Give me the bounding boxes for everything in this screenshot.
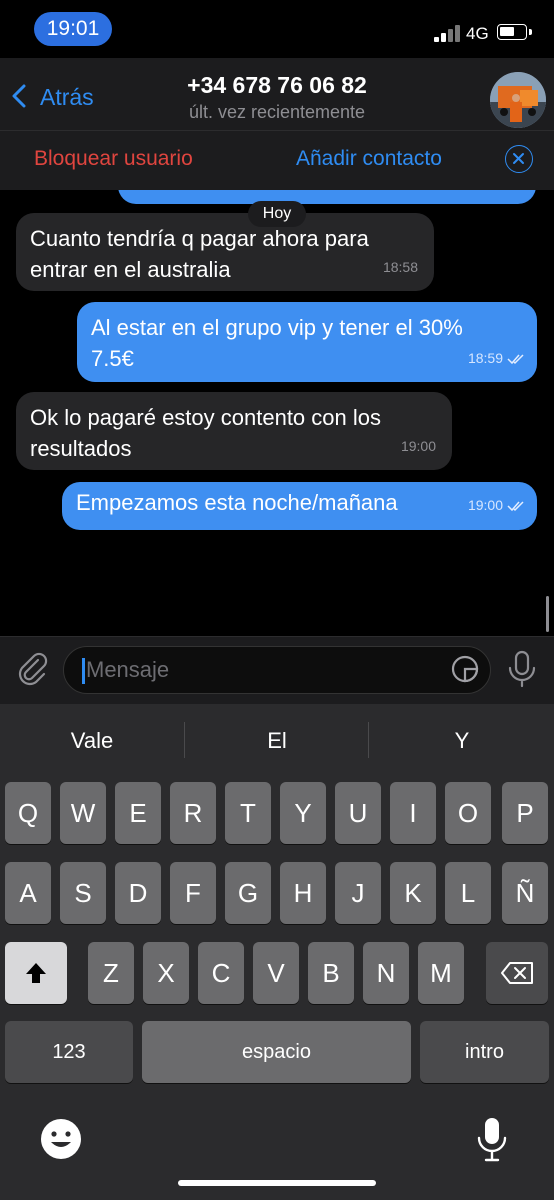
key-n[interactable]: N [363,942,409,1004]
key-e[interactable]: E [115,782,161,844]
previous-outgoing-bubble [118,190,536,204]
numbers-key[interactable]: 123 [5,1021,133,1083]
scrollbar[interactable] [546,596,549,632]
key-enye[interactable]: Ñ [502,862,548,924]
key-a[interactable]: A [5,862,51,924]
key-k[interactable]: K [390,862,436,924]
backspace-key[interactable] [486,942,548,1004]
network-label: 4G [466,24,489,43]
status-time: 19:01 [34,12,112,46]
signal-icon [434,24,462,42]
message-text-line: Empezamos esta noche/mañana [76,490,398,515]
suggestion-item[interactable]: El [197,728,357,754]
message-bubble-outgoing[interactable]: Empezamos esta noche/mañana 19:00 [62,482,537,530]
message-time: 19:00 [400,438,436,454]
message-text-line: Al estar en el grupo vip y tener el 30% [91,315,463,340]
key-l[interactable]: L [445,862,491,924]
close-icon[interactable] [505,145,533,173]
message-bubble-incoming[interactable]: Ok lo pagaré estoy contento con los resu… [16,392,452,470]
key-q[interactable]: Q [5,782,51,844]
suggestion-item[interactable]: Y [382,728,542,754]
message-input-placeholder: Mensaje [86,657,170,682]
text-caret [82,658,85,684]
message-text-line: Ok lo pagaré estoy contento con los [30,405,381,430]
avatar[interactable] [490,72,546,128]
message-text-line: entrar en el australia [30,257,231,282]
battery-icon [497,24,527,40]
message-text-line: 7.5€ [91,346,134,371]
suggestion-divider [184,722,185,758]
key-j[interactable]: J [335,862,381,924]
space-key[interactable]: espacio [142,1021,411,1083]
message-list[interactable]: Cuanto tendría q pagar ahora para entrar… [0,190,554,636]
message-text-line: Cuanto tendría q pagar ahora para [30,226,369,251]
key-d[interactable]: D [115,862,161,924]
add-contact-button[interactable]: Añadir contacto [296,147,442,171]
suggestion-divider [368,722,369,758]
key-p[interactable]: P [502,782,548,844]
key-f[interactable]: F [170,862,216,924]
key-i[interactable]: I [390,782,436,844]
return-key[interactable]: intro [420,1021,549,1083]
message-time: 18:58 [382,259,418,275]
key-s[interactable]: S [60,862,106,924]
key-o[interactable]: O [445,782,491,844]
message-text-line: resultados [30,436,132,461]
key-y[interactable]: Y [280,782,326,844]
key-g[interactable]: G [225,862,271,924]
key-r[interactable]: R [170,782,216,844]
home-indicator [178,1180,376,1186]
message-bubble-incoming[interactable]: Cuanto tendría q pagar ahora para entrar… [16,213,434,291]
suggestion-item[interactable]: Vale [12,728,172,754]
contact-title[interactable]: +34 678 76 06 82 [0,72,554,99]
emoji-icon[interactable] [40,1118,82,1160]
shift-icon [26,963,46,983]
block-user-button[interactable]: Bloquear usuario [34,147,193,171]
key-m[interactable]: M [418,942,464,1004]
key-w[interactable]: W [60,782,106,844]
shift-key[interactable] [5,942,67,1004]
key-b[interactable]: B [308,942,354,1004]
dictation-icon[interactable] [476,1116,508,1162]
message-time: 18:59 [467,350,503,366]
key-h[interactable]: H [280,862,326,924]
read-ticks-icon [507,354,524,365]
attach-icon[interactable] [14,650,50,686]
read-ticks-icon [507,501,524,512]
message-time: 19:00 [467,497,503,513]
message-bubble-outgoing[interactable]: Al estar en el grupo vip y tener el 30% … [77,302,537,382]
key-t[interactable]: T [225,782,271,844]
key-x[interactable]: X [143,942,189,1004]
date-separator: Hoy [248,201,306,227]
key-u[interactable]: U [335,782,381,844]
key-z[interactable]: Z [88,942,134,1004]
key-v[interactable]: V [253,942,299,1004]
sticker-icon[interactable] [450,654,480,684]
battery-tip [529,29,532,35]
backspace-icon [501,962,533,984]
key-c[interactable]: C [198,942,244,1004]
mic-icon[interactable] [506,650,538,688]
last-seen-status: últ. vez recientemente [188,102,366,122]
